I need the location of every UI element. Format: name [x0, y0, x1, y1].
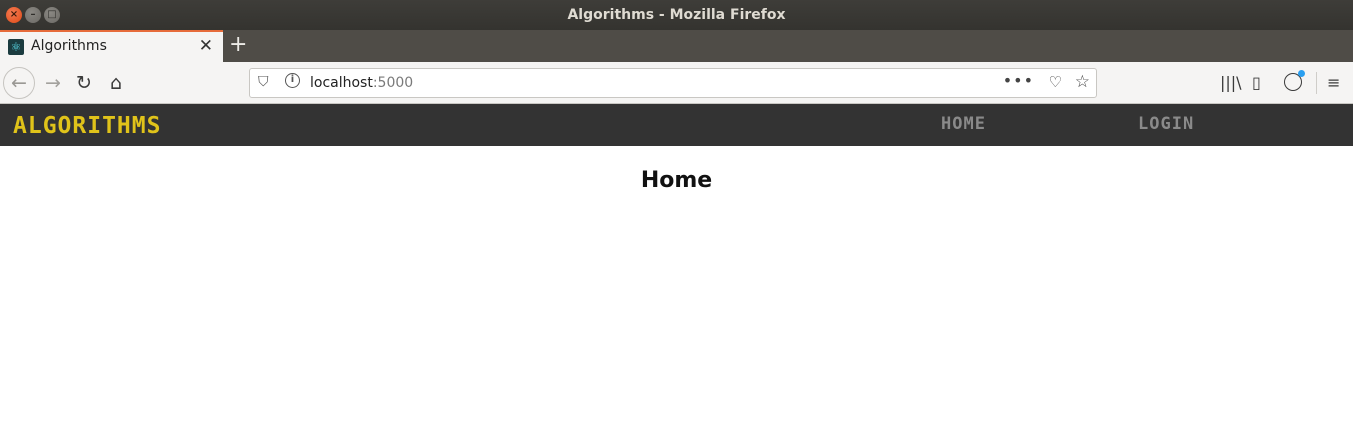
- nav-link-login[interactable]: LOGIN: [1138, 114, 1194, 134]
- navigation-toolbar: ← → ↻ ⌂ ⛉ i localhost:5000 ••• ♡ ☆ |||\ …: [0, 62, 1353, 104]
- site-info-icon[interactable]: i: [285, 73, 300, 88]
- site-navbar: ALGORITHMS HOME LOGIN: [0, 104, 1353, 146]
- page-title: Home: [640, 168, 713, 193]
- url-bar[interactable]: ⛉ i localhost:5000 ••• ♡ ☆: [249, 68, 1097, 98]
- nav-link-home[interactable]: HOME: [941, 114, 986, 134]
- home-button[interactable]: ⌂: [101, 68, 131, 98]
- bookmark-star-icon[interactable]: ☆: [1075, 72, 1090, 92]
- window-title: Algorithms - Mozilla Firefox: [567, 7, 786, 23]
- tab-close-icon[interactable]: ✕: [199, 36, 213, 56]
- library-icon[interactable]: |||\: [1220, 73, 1242, 92]
- account-icon[interactable]: [1284, 70, 1305, 91]
- tab-algorithms[interactable]: ⚛ Algorithms ✕: [0, 30, 223, 62]
- new-tab-button[interactable]: +: [229, 33, 247, 57]
- window-titlebar: × – □ Algorithms - Mozilla Firefox: [0, 0, 1353, 30]
- tracking-protection-icon[interactable]: ⛉: [258, 74, 269, 90]
- tab-strip: ⚛ Algorithms ✕ +: [0, 30, 1353, 62]
- url-host: localhost: [310, 75, 373, 91]
- page-actions-icon[interactable]: •••: [1003, 71, 1034, 90]
- pocket-icon[interactable]: ♡: [1049, 73, 1062, 91]
- url-text[interactable]: localhost:5000: [310, 75, 413, 91]
- reload-button[interactable]: ↻: [69, 68, 99, 98]
- notification-dot: [1298, 70, 1305, 77]
- site-brand[interactable]: ALGORITHMS: [13, 113, 161, 139]
- toolbar-divider: [1316, 72, 1317, 94]
- tab-label: Algorithms: [31, 38, 107, 54]
- back-button[interactable]: ←: [3, 67, 35, 99]
- forward-button[interactable]: →: [38, 68, 68, 98]
- menu-icon[interactable]: ≡: [1327, 73, 1340, 92]
- url-port: :5000: [372, 75, 414, 91]
- sidebar-icon[interactable]: ▯: [1252, 73, 1261, 92]
- react-icon: ⚛: [8, 39, 24, 55]
